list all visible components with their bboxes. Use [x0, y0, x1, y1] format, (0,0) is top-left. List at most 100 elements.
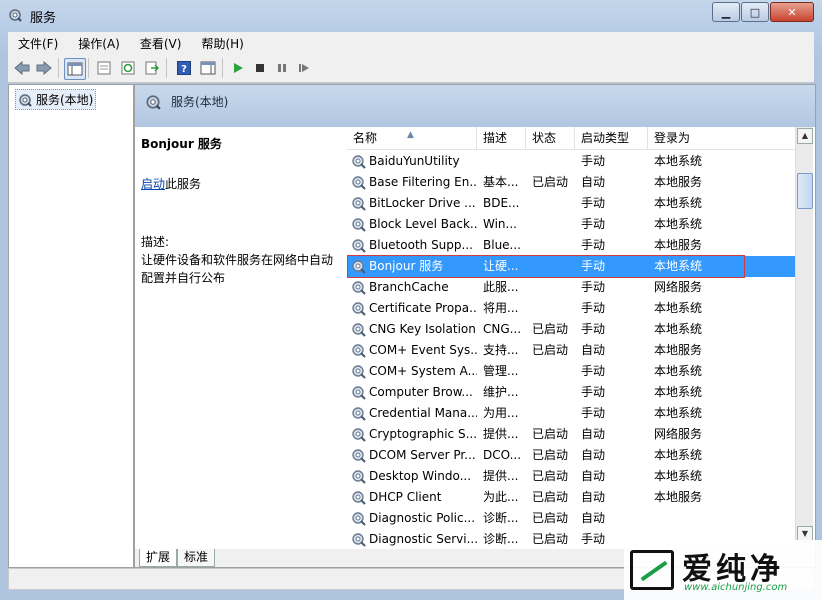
- table-row[interactable]: DCOM Server Pr...DCO...已启动自动本地系统: [347, 445, 795, 466]
- properties-icon: [97, 61, 111, 75]
- tree-item-services-local[interactable]: 服务(本地): [15, 89, 96, 110]
- menu-help[interactable]: 帮助(H): [191, 35, 253, 52]
- column-header-login-as[interactable]: 登录为: [648, 127, 728, 149]
- service-status: 已启动: [532, 172, 576, 193]
- service-description: 提供...: [483, 424, 527, 445]
- column-header-desc[interactable]: 描述: [477, 127, 526, 149]
- sort-ascending-icon: ▲: [407, 124, 414, 146]
- service-startup-type: 自动: [581, 466, 647, 487]
- table-row[interactable]: Cryptographic S...提供...已启动自动网络服务: [347, 424, 795, 445]
- menu-view[interactable]: 查看(V): [130, 35, 192, 52]
- menu-file[interactable]: 文件(F): [8, 35, 68, 52]
- service-startup-type: 自动: [581, 340, 647, 361]
- service-gear-icon: [351, 280, 366, 295]
- restart-service-button[interactable]: [294, 58, 314, 78]
- service-name: Bonjour 服务: [369, 256, 477, 277]
- service-name: COM+ Event Sys...: [369, 340, 477, 361]
- toolbar-separator: [166, 58, 167, 78]
- help-button[interactable]: ?: [174, 58, 194, 78]
- services-panel: 服务(本地) Bonjour 服务 启动此服务 描述: 让硬件设备和软件服务在网…: [134, 84, 816, 568]
- service-startup-type: 手动: [581, 403, 647, 424]
- service-gear-icon: [351, 238, 366, 253]
- service-login-as: 本地服务: [654, 235, 730, 256]
- watermark: 爱纯净 www.aichunjing.com: [624, 540, 822, 600]
- service-name: COM+ System A...: [369, 361, 477, 382]
- service-login-as: 本地服务: [654, 340, 730, 361]
- export-list-button[interactable]: [142, 58, 162, 78]
- service-description: 此服...: [483, 277, 527, 298]
- service-gear-icon: [351, 427, 366, 442]
- service-gear-icon: [351, 469, 366, 484]
- service-name: Cryptographic S...: [369, 424, 477, 445]
- table-row[interactable]: Bonjour 服务让硬...手动本地系统: [347, 256, 795, 277]
- table-row[interactable]: COM+ Event Sys...支持...已启动自动本地服务: [347, 340, 795, 361]
- service-name: BitLocker Drive ...: [369, 193, 477, 214]
- toolbar-separator: [58, 58, 59, 78]
- table-row[interactable]: Diagnostic Polic...诊断...已启动自动: [347, 508, 795, 529]
- action-pane-button[interactable]: [198, 58, 218, 78]
- service-gear-icon: [351, 364, 366, 379]
- start-service-button[interactable]: [228, 58, 248, 78]
- column-type-label: 启动类型: [581, 131, 629, 145]
- tab-extended[interactable]: 扩展: [139, 549, 177, 567]
- service-description: DCO...: [483, 445, 527, 466]
- service-startup-type: 手动: [581, 298, 647, 319]
- service-description: Blue...: [483, 235, 527, 256]
- table-row[interactable]: Bluetooth Supp...Blue...手动本地服务: [347, 235, 795, 256]
- close-button[interactable]: ✕: [770, 2, 814, 22]
- back-button[interactable]: [12, 58, 32, 78]
- service-description: 基本...: [483, 172, 527, 193]
- column-header-name[interactable]: ▲ 名称: [347, 127, 477, 149]
- tab-standard[interactable]: 标准: [177, 549, 215, 567]
- toolbar-separator: [222, 58, 223, 78]
- service-login-as: 网络服务: [654, 277, 730, 298]
- scroll-thumb[interactable]: [797, 173, 813, 209]
- column-name-label: 名称: [353, 131, 377, 145]
- menu-action[interactable]: 操作(A): [68, 35, 130, 52]
- column-header-startup-type[interactable]: 启动类型: [575, 127, 648, 149]
- toolbar-separator: [88, 58, 89, 78]
- table-row[interactable]: COM+ System A...管理...手动本地系统: [347, 361, 795, 382]
- stop-service-button[interactable]: [250, 58, 270, 78]
- service-startup-type: 手动: [581, 361, 647, 382]
- service-description: 让硬...: [483, 256, 527, 277]
- table-row[interactable]: BaiduYunUtility手动本地系统: [347, 151, 795, 172]
- window-controls: ▁ □ ✕: [711, 2, 814, 22]
- table-row[interactable]: Base Filtering En...基本...已启动自动本地服务: [347, 172, 795, 193]
- table-row[interactable]: CNG Key IsolationCNG...已启动手动本地系统: [347, 319, 795, 340]
- service-startup-type: 自动: [581, 487, 647, 508]
- scroll-up-button[interactable]: ▲: [797, 128, 813, 144]
- console-tree-icon: [67, 62, 83, 76]
- maximize-button[interactable]: □: [741, 2, 769, 22]
- table-row[interactable]: BitLocker Drive ...BDE...手动本地系统: [347, 193, 795, 214]
- title-bar: 服务 ▁ □ ✕: [0, 0, 822, 30]
- service-login-as: 本地系统: [654, 256, 730, 277]
- pause-service-button[interactable]: [272, 58, 292, 78]
- table-row[interactable]: Block Level Back...Win...手动本地系统: [347, 214, 795, 235]
- service-login-as: 本地系统: [654, 193, 730, 214]
- table-row[interactable]: Credential Mana...为用...手动本地系统: [347, 403, 795, 424]
- minimize-button[interactable]: ▁: [712, 2, 740, 22]
- forward-button[interactable]: [34, 58, 54, 78]
- table-row[interactable]: Computer Brow...维护...手动本地系统: [347, 382, 795, 403]
- start-service-link[interactable]: 启动: [141, 177, 165, 191]
- vertical-scrollbar[interactable]: ▲ ▼: [795, 127, 813, 543]
- service-status: 已启动: [532, 319, 576, 340]
- column-header-state[interactable]: 状态: [526, 127, 575, 149]
- table-row[interactable]: Desktop Windo...提供...已启动自动本地系统: [347, 466, 795, 487]
- service-status: 已启动: [532, 424, 576, 445]
- service-gear-icon: [351, 217, 366, 232]
- services-window: 服务 ▁ □ ✕ 文件(F) 操作(A) 查看(V) 帮助(H): [0, 0, 822, 600]
- refresh-button[interactable]: [118, 58, 138, 78]
- service-startup-type: 手动: [581, 193, 647, 214]
- show-hide-console-tree-button[interactable]: [64, 58, 86, 80]
- description-text: 让硬件设备和软件服务在网络中自动配置并自行公布: [141, 251, 341, 287]
- service-gear-icon: [351, 196, 366, 211]
- table-row[interactable]: DHCP Client为此...已启动自动本地服务: [347, 487, 795, 508]
- watermark-url: www.aichunjing.com: [684, 582, 787, 593]
- service-description: 维护...: [483, 382, 527, 403]
- table-row[interactable]: Certificate Propa...将用...手动本地系统: [347, 298, 795, 319]
- table-row[interactable]: BranchCache此服...手动网络服务: [347, 277, 795, 298]
- properties-button[interactable]: [94, 58, 114, 78]
- service-login-as: 本地系统: [654, 298, 730, 319]
